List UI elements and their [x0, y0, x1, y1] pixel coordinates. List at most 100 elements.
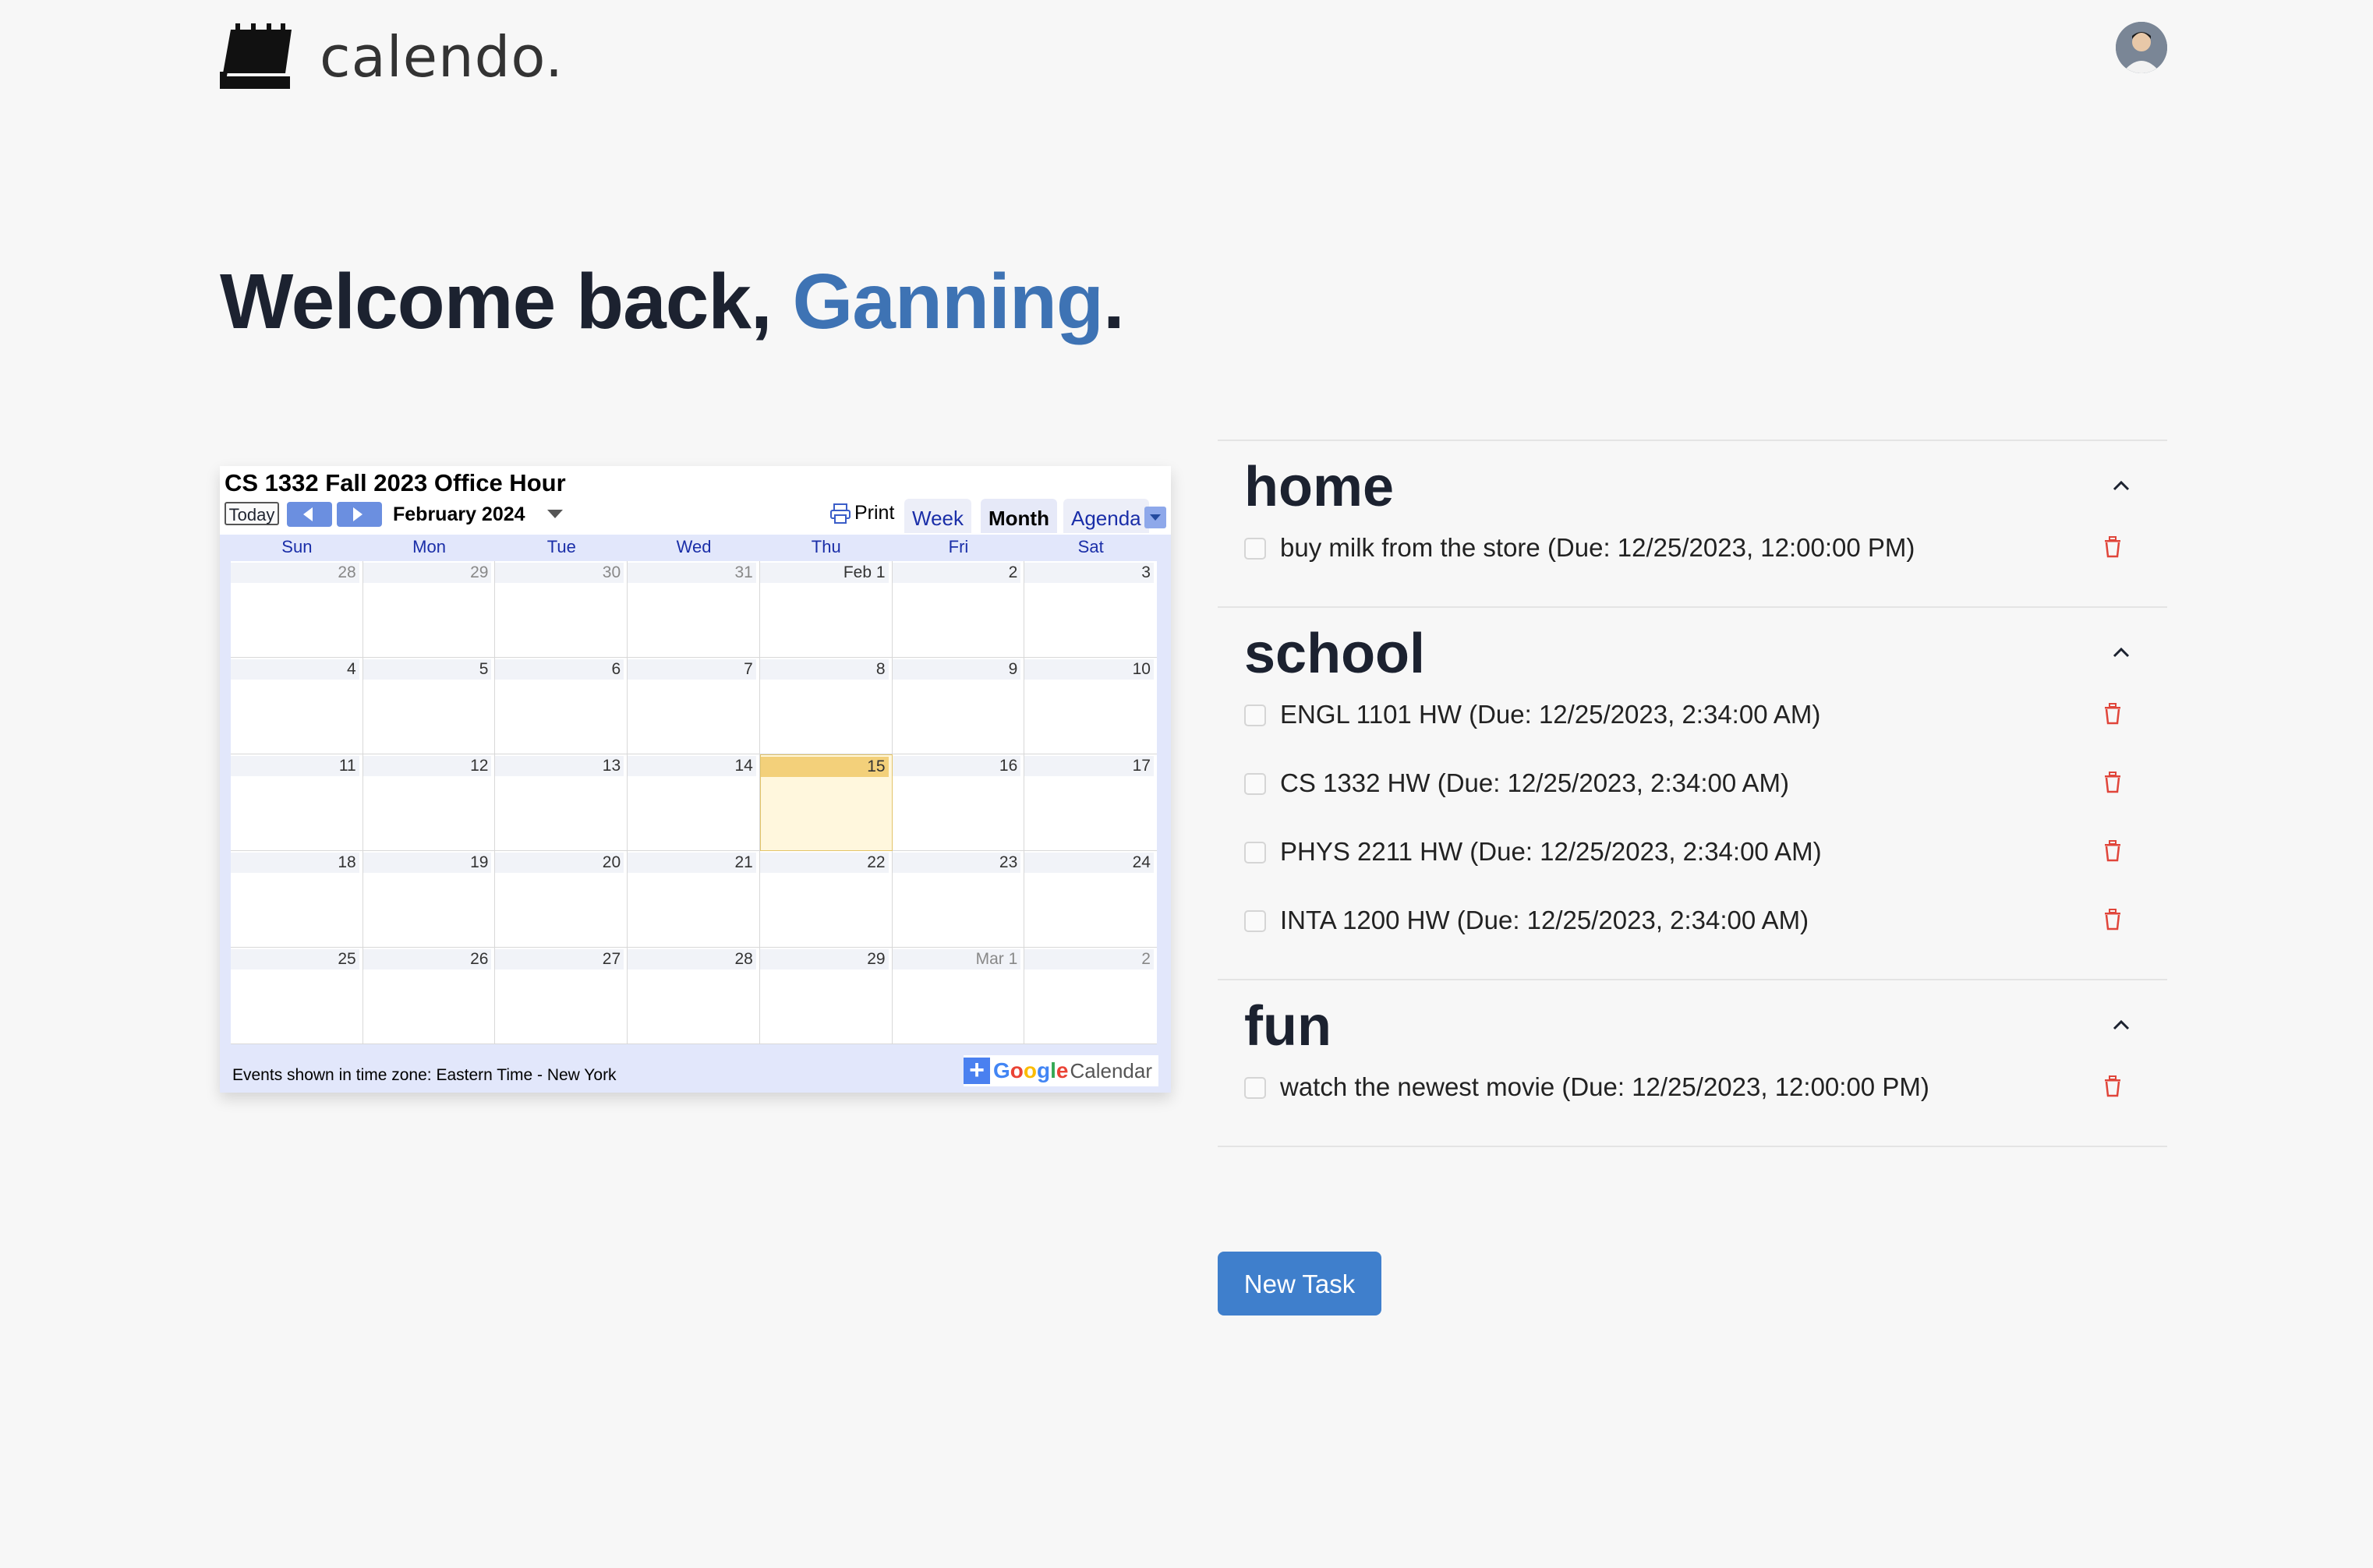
calendar-day-cell[interactable]: 2: [1024, 948, 1157, 1044]
chevron-up-icon[interactable]: [2113, 1019, 2130, 1030]
calendar-day-cell[interactable]: 30: [495, 561, 628, 658]
avatar-image: [2116, 22, 2167, 73]
day-number: 25: [231, 949, 359, 969]
trash-icon[interactable]: [2103, 703, 2122, 725]
task-checkbox[interactable]: [1244, 842, 1266, 863]
calendar-grid: Sun Mon Tue Wed Thu Fri Sat 28 29 30 31 Feb …: [220, 535, 1171, 1093]
calendar-weeks: 28 29 30 31 Feb 1 2 3 4 5 6 7 8 9 10 11 12 13 14 15 16 17 18 1…: [231, 561, 1157, 1044]
chevron-up-icon[interactable]: [2113, 647, 2130, 658]
calendar-day-cell[interactable]: 28: [231, 561, 363, 658]
app-header: calendo.: [220, 22, 564, 92]
task-checkbox[interactable]: [1244, 705, 1266, 726]
print-label: Print: [854, 502, 895, 524]
calendar-day-cell[interactable]: 29: [759, 948, 893, 1044]
prev-month-button[interactable]: [287, 502, 332, 527]
calendar-day-cell[interactable]: 5: [362, 658, 496, 754]
add-to-google-calendar-badge[interactable]: + Google Calendar: [964, 1055, 1158, 1086]
calendar-day-cell[interactable]: 19: [362, 851, 496, 948]
calendar-day-cell[interactable]: 26: [362, 948, 496, 1044]
day-number: 21: [628, 853, 756, 873]
user-avatar[interactable]: [2116, 22, 2167, 73]
chevron-up-icon[interactable]: [2113, 480, 2130, 491]
today-button[interactable]: Today: [225, 502, 279, 525]
trash-icon[interactable]: [2103, 1075, 2122, 1097]
new-task-button[interactable]: New Task: [1218, 1252, 1381, 1315]
tab-week[interactable]: Week: [904, 499, 971, 533]
day-number: 31: [628, 563, 756, 583]
view-options-dropdown-icon[interactable]: [1144, 507, 1166, 528]
welcome-suffix: .: [1103, 258, 1125, 345]
tab-agenda[interactable]: Agenda: [1063, 499, 1149, 533]
section-header[interactable]: fun: [1218, 980, 2167, 1077]
day-number: 16: [892, 756, 1021, 776]
task-checkbox[interactable]: [1244, 538, 1266, 560]
calendar-day-cell[interactable]: 27: [495, 948, 628, 1044]
calendar-day-cell[interactable]: 8: [759, 658, 893, 754]
task-checkbox[interactable]: [1244, 773, 1266, 795]
calendar-day-cell[interactable]: 3: [1024, 561, 1157, 658]
chevron-left-icon: [303, 507, 313, 521]
calendar-day-cell[interactable]: 10: [1024, 658, 1157, 754]
day-number: 4: [231, 659, 359, 680]
welcome-heading: Welcome back, Ganning.: [220, 257, 1125, 347]
day-number: 9: [892, 659, 1021, 680]
calendar-logo-icon[interactable]: [220, 22, 293, 92]
day-number: 12: [362, 756, 492, 776]
dow-label: Sat: [1077, 537, 1104, 556]
task-item: ENGL 1101 HW (Due: 12/25/2023, 2:34:00 A…: [1218, 700, 2167, 773]
day-number: 15: [760, 757, 889, 777]
day-number: 29: [759, 949, 889, 969]
calendar-day-cell[interactable]: Mar 1: [892, 948, 1025, 1044]
user-name: Ganning: [792, 258, 1105, 345]
tab-month[interactable]: Month: [981, 499, 1057, 533]
trash-icon[interactable]: [2103, 772, 2122, 793]
calendar-day-cell[interactable]: 14: [628, 754, 760, 851]
app-logo-text[interactable]: calendo.: [320, 24, 564, 90]
calendar-day-cell[interactable]: 6: [495, 658, 628, 754]
day-number: 8: [759, 659, 889, 680]
calendar-day-cell[interactable]: 4: [231, 658, 363, 754]
task-checkbox[interactable]: [1244, 910, 1266, 932]
section-header[interactable]: school: [1218, 608, 2167, 705]
task-text: PHYS 2211 HW (Due: 12/25/2023, 2:34:00 A…: [1280, 837, 1822, 866]
calendar-day-cell[interactable]: 13: [495, 754, 628, 851]
calendar-day-cell[interactable]: 20: [495, 851, 628, 948]
chevron-right-icon: [353, 507, 362, 521]
month-dropdown-icon[interactable]: [547, 510, 563, 518]
day-number: 11: [231, 756, 359, 776]
calendar-day-cell[interactable]: 18: [231, 851, 363, 948]
calendar-day-cell[interactable]: Feb 1: [759, 561, 893, 658]
print-button[interactable]: Print: [829, 502, 894, 524]
calendar-day-cell[interactable]: 17: [1024, 754, 1157, 851]
calendar-day-cell[interactable]: 11: [231, 754, 363, 851]
calendar-day-cell[interactable]: 21: [628, 851, 760, 948]
calendar-day-cell[interactable]: 12: [362, 754, 496, 851]
trash-icon[interactable]: [2103, 840, 2122, 862]
calendar-day-cell[interactable]: 23: [892, 851, 1025, 948]
task-section-home: home buy milk from the store (Due: 12/25/…: [1218, 440, 2167, 606]
day-number: Mar 1: [892, 949, 1021, 969]
calendar-day-cell[interactable]: 28: [628, 948, 760, 1044]
section-header[interactable]: home: [1218, 441, 2167, 538]
calendar-day-cell[interactable]: 16: [892, 754, 1025, 851]
section-title: fun: [1244, 995, 1331, 1058]
calendar-day-cell[interactable]: 24: [1024, 851, 1157, 948]
calendar-day-cell[interactable]: 31: [628, 561, 760, 658]
section-title: home: [1244, 456, 1395, 518]
task-section-fun: fun watch the newest movie (Due: 12/25/20…: [1218, 979, 2167, 1147]
calendar-day-cell[interactable]: 22: [759, 851, 893, 948]
calendar-day-cell[interactable]: 15: [759, 754, 893, 851]
calendar-day-cell[interactable]: 29: [362, 561, 496, 658]
google-calendar-embed: CS 1332 Fall 2023 Office Hour Today Febr…: [220, 466, 1171, 1093]
calendar-day-cell[interactable]: 9: [892, 658, 1025, 754]
task-checkbox[interactable]: [1244, 1077, 1266, 1099]
calendar-day-cell[interactable]: 25: [231, 948, 363, 1044]
section-title: school: [1244, 623, 1426, 685]
day-number: 28: [231, 563, 359, 583]
calendar-day-cell[interactable]: 2: [892, 561, 1025, 658]
trash-icon[interactable]: [2103, 536, 2122, 558]
current-month-label[interactable]: February 2024: [393, 503, 525, 526]
calendar-day-cell[interactable]: 7: [628, 658, 760, 754]
trash-icon[interactable]: [2103, 909, 2122, 931]
next-month-button[interactable]: [337, 502, 382, 527]
